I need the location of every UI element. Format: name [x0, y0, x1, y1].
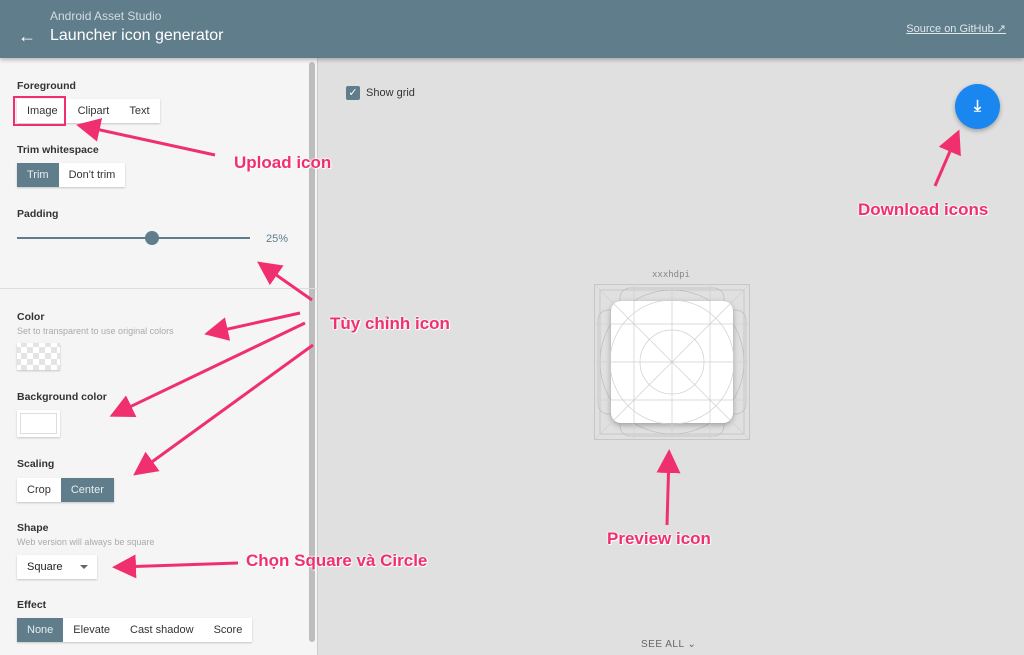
show-grid-label[interactable]: Show grid	[366, 87, 415, 99]
app-subtitle: Android Asset Studio	[50, 9, 162, 23]
trim-toggle: Trim Don't trim	[17, 163, 126, 187]
background-color-picker[interactable]	[17, 410, 60, 437]
source-github-label: Source on GitHub	[906, 23, 994, 35]
effect-toggle: None Elevate Cast shadow Score	[17, 618, 253, 642]
effect-cast-shadow-button[interactable]: Cast shadow	[120, 618, 204, 642]
download-icon: ⤓	[973, 98, 982, 115]
foreground-text-button[interactable]: Text	[119, 99, 159, 123]
page-title: Launcher icon generator	[50, 27, 224, 44]
color-hint: Set to transparent to use original color…	[17, 326, 174, 336]
effect-none-button[interactable]: None	[17, 618, 64, 642]
effect-label: Effect	[17, 599, 47, 611]
arrow-left-icon[interactable]: ←	[18, 26, 36, 47]
center-button[interactable]: Center	[60, 478, 114, 502]
annotation-preview: Preview icon	[607, 529, 711, 548]
density-label: xxxhdpi	[652, 270, 690, 280]
show-grid-checkbox[interactable]: ✓	[346, 86, 360, 100]
shape-hint: Web version will always be square	[17, 537, 155, 547]
external-link-icon: ↗	[996, 23, 1006, 35]
padding-label: Padding	[17, 208, 59, 220]
color-label: Color	[17, 311, 45, 323]
scaling-label: Scaling	[17, 458, 55, 470]
annotation-highlight-box	[13, 96, 66, 126]
annotation-shape: Chọn Square và Circle	[246, 551, 428, 570]
shape-label: Shape	[17, 522, 49, 534]
padding-value: 25%	[266, 233, 289, 245]
annotation-download: Download icons	[858, 200, 989, 219]
chevron-down-icon: ⌄	[687, 639, 697, 650]
dont-trim-button[interactable]: Don't trim	[59, 163, 126, 187]
effect-score-button[interactable]: Score	[204, 618, 253, 642]
section-divider	[0, 288, 318, 289]
source-github-link[interactable]: Source on GitHub ↗	[906, 22, 1006, 35]
see-all-label: SEE ALL	[641, 639, 685, 650]
background-color-label: Background color	[17, 391, 107, 403]
padding-slider-handle[interactable]	[145, 231, 159, 245]
shape-select-value: Square	[27, 561, 63, 573]
icon-preview	[594, 284, 750, 440]
effect-elevate-button[interactable]: Elevate	[63, 618, 120, 642]
trim-label: Trim whitespace	[17, 144, 99, 156]
foreground-clipart-button[interactable]: Clipart	[68, 99, 120, 123]
dropdown-arrow-icon	[80, 565, 88, 573]
see-all-button[interactable]: SEE ALL ⌄	[641, 639, 696, 650]
crop-button[interactable]: Crop	[17, 478, 61, 502]
shape-select[interactable]: Square	[17, 555, 97, 579]
color-picker[interactable]	[17, 343, 60, 370]
annotation-customize: Tùy chỉnh icon	[330, 314, 450, 333]
download-button[interactable]: ⤓	[955, 84, 1000, 129]
foreground-label: Foreground	[17, 80, 76, 92]
scaling-toggle: Crop Center	[17, 478, 114, 502]
padding-slider-track[interactable]	[17, 237, 250, 239]
app-header: ← Android Asset Studio Launcher icon gen…	[0, 0, 1024, 58]
trim-button[interactable]: Trim	[17, 163, 59, 187]
annotation-upload: Upload icon	[234, 153, 332, 172]
